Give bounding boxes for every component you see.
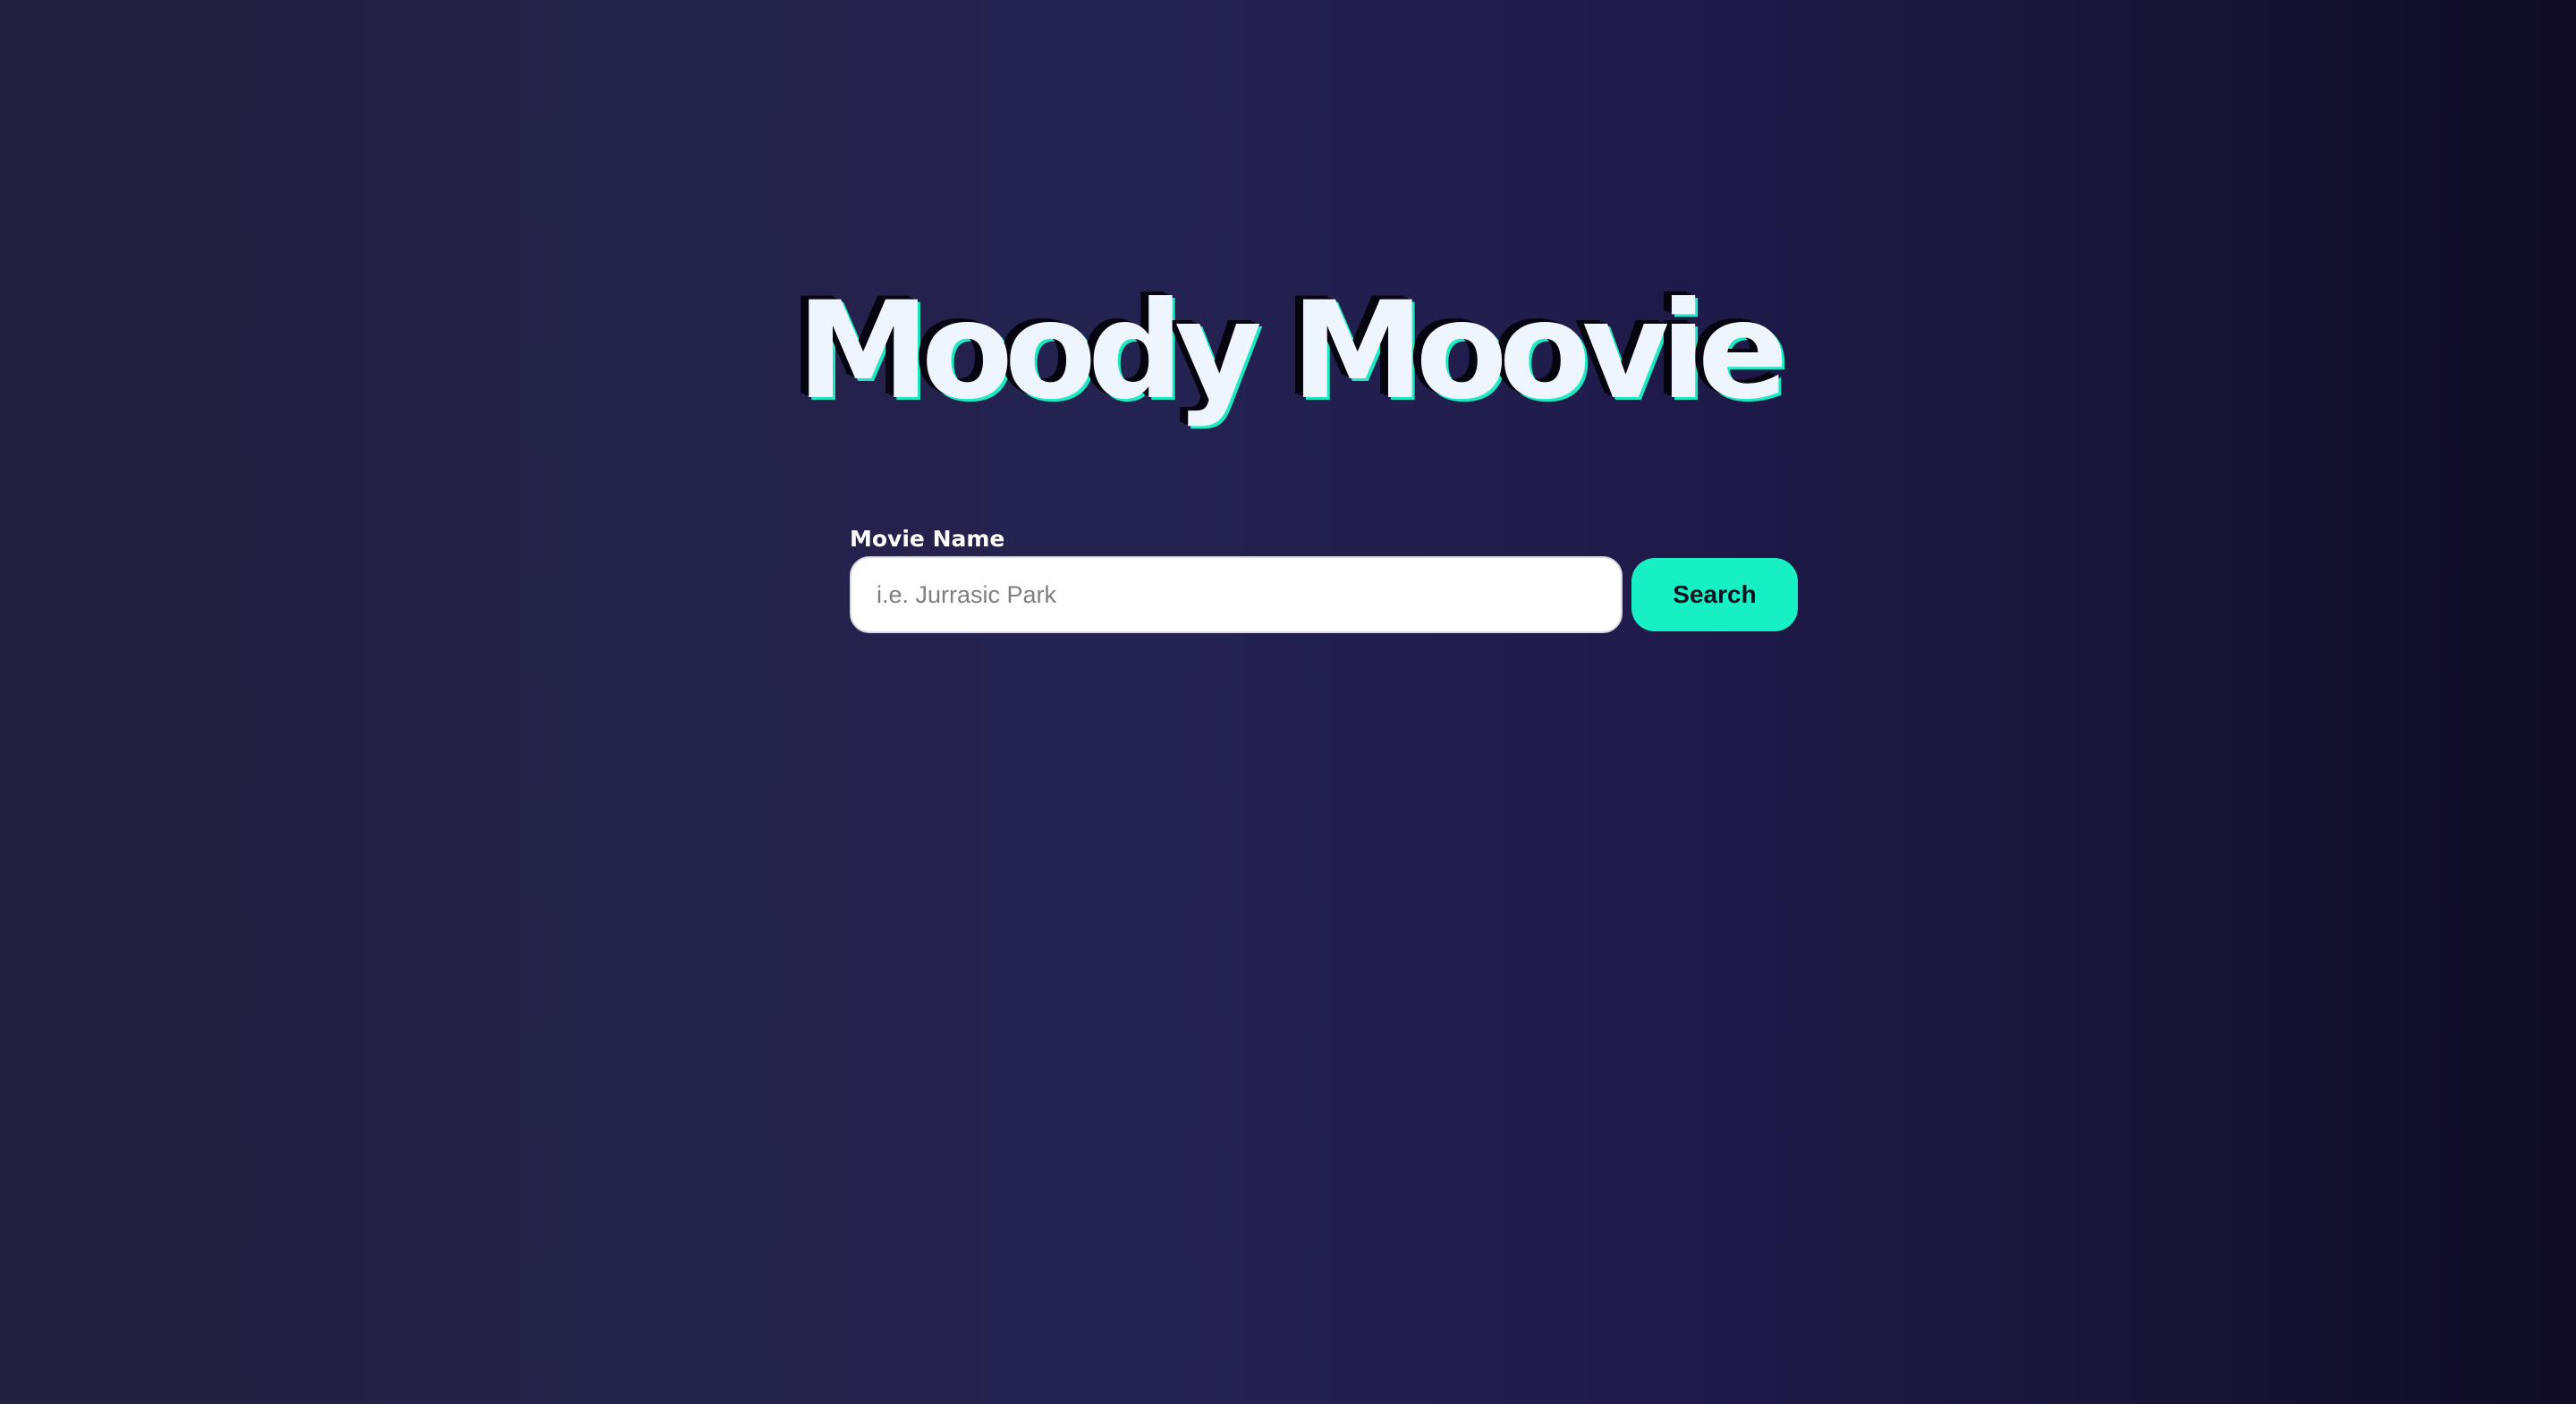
movie-name-input[interactable] [850, 556, 1623, 633]
movie-search-form: Movie Name Search [850, 525, 1800, 633]
app-title: Moody Moovie [796, 274, 1788, 429]
page-background: Moody Moovie Movie Name Search [0, 0, 2576, 1404]
search-row: Search [850, 556, 1800, 633]
movie-name-label: Movie Name [850, 526, 1005, 552]
search-button[interactable]: Search [1631, 558, 1798, 631]
